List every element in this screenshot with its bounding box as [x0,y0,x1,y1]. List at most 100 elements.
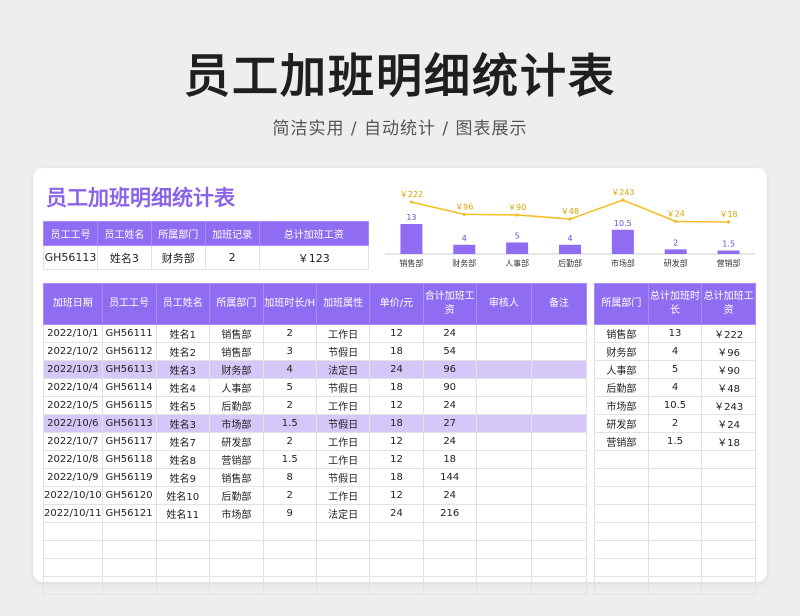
table-cell[interactable] [262,522,317,541]
table-cell[interactable] [43,540,103,559]
table-cell[interactable]: 24 [422,486,477,505]
table-cell[interactable]: ￥222 [701,324,756,343]
table-cell[interactable] [315,576,371,595]
table-cell[interactable] [475,486,532,505]
table-cell[interactable]: 2022/10/5 [43,396,103,415]
table-cell[interactable]: 姓名8 [155,450,211,469]
table-cell[interactable] [209,540,264,559]
table-cell[interactable] [475,432,532,451]
table-cell[interactable]: 2022/10/7 [43,432,103,451]
table-cell[interactable]: ￥48 [701,378,756,397]
table-cell[interactable]: 216 [422,504,477,523]
table-cell[interactable] [594,450,649,469]
table-cell[interactable] [422,540,477,559]
table-cell[interactable]: 2022/10/9 [43,468,103,487]
table-cell[interactable]: 营销部 [209,450,264,469]
table-cell[interactable]: 姓名10 [155,486,211,505]
table-cell[interactable] [209,522,264,541]
table-cell[interactable] [530,504,588,523]
table-cell[interactable] [594,576,649,595]
table-cell[interactable] [475,558,532,577]
table-cell[interactable]: 24 [422,396,477,415]
table-cell[interactable] [315,522,371,541]
table-cell[interactable] [530,360,588,379]
table-cell[interactable]: 节假日 [315,378,371,397]
table-cell[interactable]: GH56113 [101,414,157,433]
table-cell[interactable] [475,576,532,595]
table-cell[interactable]: ￥18 [701,432,756,451]
table-cell[interactable]: 12 [369,432,424,451]
table-cell[interactable] [475,414,532,433]
table-cell[interactable] [594,558,649,577]
table-cell[interactable] [530,414,588,433]
table-cell[interactable] [101,558,157,577]
table-cell[interactable]: 13 [647,324,703,343]
table-cell[interactable] [101,522,157,541]
table-cell[interactable]: 2022/10/6 [43,414,103,433]
table-cell[interactable] [315,558,371,577]
table-cell[interactable]: 财务部 [594,342,649,361]
table-cell[interactable]: 24 [369,360,424,379]
table-cell[interactable] [647,540,703,559]
table-cell[interactable] [530,450,588,469]
table-cell[interactable]: 1.5 [647,432,703,451]
table-cell[interactable]: 人事部 [594,360,649,379]
table-cell[interactable]: 2 [647,414,703,433]
table-cell[interactable]: 姓名7 [155,432,211,451]
table-cell[interactable]: 姓名5 [155,396,211,415]
table-cell[interactable]: 工作日 [315,450,371,469]
table-cell[interactable]: 8 [262,468,317,487]
table-cell[interactable]: 2 [262,486,317,505]
table-cell[interactable] [422,522,477,541]
summary-cell[interactable]: ￥123 [258,245,370,270]
table-cell[interactable] [594,540,649,559]
table-cell[interactable]: 1.5 [262,450,317,469]
table-cell[interactable] [647,468,703,487]
table-cell[interactable] [530,558,588,577]
table-cell[interactable]: 财务部 [209,360,264,379]
table-cell[interactable] [369,576,424,595]
table-cell[interactable]: 市场部 [594,396,649,415]
table-cell[interactable]: 24 [422,324,477,343]
table-cell[interactable]: 1.5 [262,414,317,433]
table-cell[interactable]: 姓名9 [155,468,211,487]
table-cell[interactable] [647,486,703,505]
table-cell[interactable] [647,504,703,523]
table-cell[interactable] [594,468,649,487]
table-cell[interactable] [530,396,588,415]
table-cell[interactable] [701,486,756,505]
table-cell[interactable]: 2 [262,324,317,343]
table-cell[interactable] [594,504,649,523]
table-cell[interactable]: ￥96 [701,342,756,361]
table-cell[interactable]: 姓名1 [155,324,211,343]
table-cell[interactable] [475,324,532,343]
table-cell[interactable] [43,558,103,577]
table-cell[interactable] [475,540,532,559]
table-cell[interactable]: 销售部 [209,342,264,361]
table-cell[interactable]: 姓名3 [155,414,211,433]
table-cell[interactable]: 工作日 [315,324,371,343]
table-cell[interactable]: 2022/10/1 [43,324,103,343]
table-cell[interactable]: 营销部 [594,432,649,451]
table-cell[interactable]: 后勤部 [209,396,264,415]
table-cell[interactable] [155,576,211,595]
table-cell[interactable]: GH56113 [101,360,157,379]
table-cell[interactable]: 市场部 [209,504,264,523]
table-cell[interactable]: 144 [422,468,477,487]
table-cell[interactable]: 10.5 [647,396,703,415]
table-cell[interactable] [647,576,703,595]
table-cell[interactable] [155,522,211,541]
table-cell[interactable] [262,576,317,595]
table-cell[interactable]: 24 [369,504,424,523]
table-cell[interactable] [262,558,317,577]
table-cell[interactable] [647,522,703,541]
table-cell[interactable] [647,558,703,577]
summary-cell[interactable]: 姓名3 [96,245,152,270]
table-cell[interactable]: GH56114 [101,378,157,397]
table-cell[interactable]: 27 [422,414,477,433]
table-cell[interactable]: 工作日 [315,432,371,451]
table-cell[interactable]: 4 [647,342,703,361]
table-cell[interactable] [594,522,649,541]
table-cell[interactable] [530,342,588,361]
table-cell[interactable] [530,324,588,343]
